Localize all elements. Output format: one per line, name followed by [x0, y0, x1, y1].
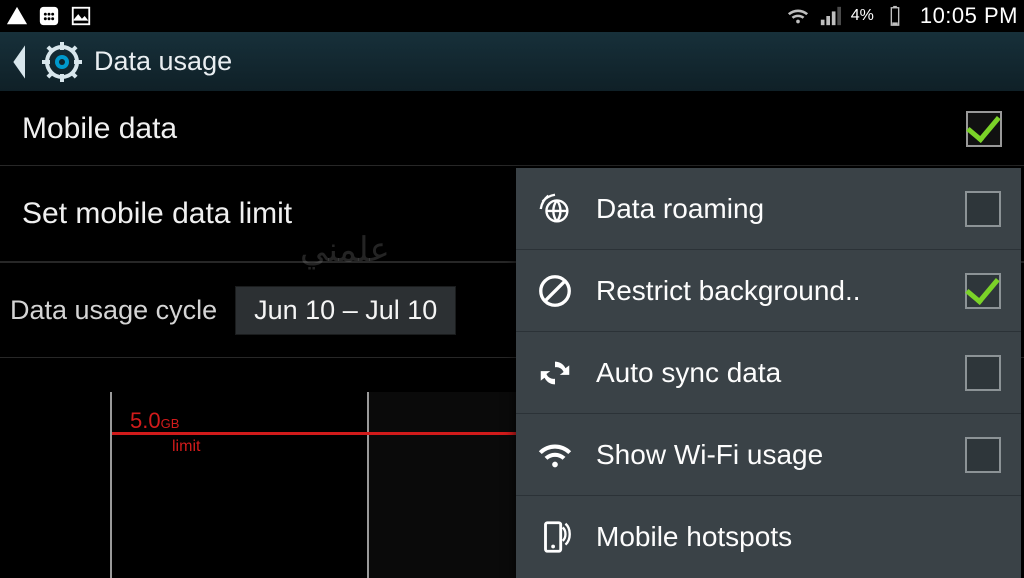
globe-icon — [536, 190, 574, 228]
menu-item-data-roaming[interactable]: Data roaming — [516, 168, 1021, 250]
menu-label: Auto sync data — [596, 357, 943, 389]
no-entry-icon — [536, 272, 574, 310]
menu-label: Show Wi-Fi usage — [596, 439, 943, 471]
status-bar: 4% 10:05 PM — [0, 0, 1024, 32]
data-roaming-checkbox[interactable] — [965, 191, 1001, 227]
auto-sync-checkbox[interactable] — [965, 355, 1001, 391]
set-limit-label: Set mobile data limit — [22, 197, 292, 231]
menu-item-auto-sync[interactable]: Auto sync data — [516, 332, 1021, 414]
cycle-label: Data usage cycle — [10, 295, 217, 326]
overflow-menu: Data roaming Restrict background.. Auto … — [516, 168, 1021, 578]
settings-icon[interactable] — [42, 42, 82, 82]
warning-icon — [6, 5, 28, 27]
menu-label: Data roaming — [596, 193, 943, 225]
mobile-data-label: Mobile data — [22, 112, 177, 146]
bbm-icon — [38, 5, 60, 27]
hotspot-icon — [536, 518, 574, 556]
menu-label: Mobile hotspots — [596, 521, 1001, 553]
chart-range-start-handle[interactable] — [367, 392, 369, 578]
row-mobile-data[interactable]: Mobile data — [0, 92, 1024, 166]
signal-icon — [819, 5, 841, 27]
clock: 10:05 PM — [920, 3, 1018, 29]
battery-percent: 4% — [851, 7, 874, 25]
screenshot-icon — [70, 5, 92, 27]
restrict-background-checkbox[interactable] — [965, 273, 1001, 309]
mobile-data-checkbox[interactable] — [966, 111, 1002, 147]
battery-icon — [884, 5, 906, 27]
menu-item-restrict-background[interactable]: Restrict background.. — [516, 250, 1021, 332]
menu-label: Restrict background.. — [596, 275, 943, 307]
sync-icon — [536, 354, 574, 392]
menu-item-wifi-usage[interactable]: Show Wi-Fi usage — [516, 414, 1021, 496]
menu-item-mobile-hotspots[interactable]: Mobile hotspots — [516, 496, 1021, 578]
chart-limit-word: limit — [172, 438, 200, 456]
cycle-range-button[interactable]: Jun 10 – Jul 10 — [235, 286, 456, 335]
wifi-usage-checkbox[interactable] — [965, 437, 1001, 473]
wifi-icon — [536, 436, 574, 474]
wifi-icon — [787, 5, 809, 27]
action-bar: Data usage — [0, 32, 1024, 92]
page-title: Data usage — [94, 46, 232, 77]
chart-limit-value: 5.0GB — [130, 408, 179, 434]
back-button[interactable] — [10, 42, 30, 82]
